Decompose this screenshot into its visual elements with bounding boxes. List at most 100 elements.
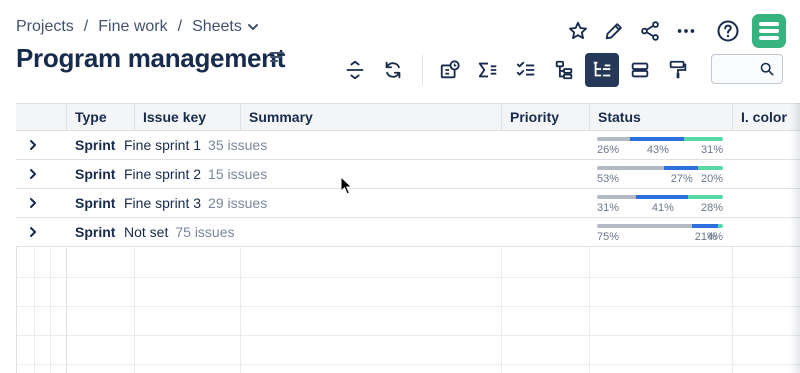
row-summary: Fine sprint 1 35 issues xyxy=(124,137,267,153)
column-header-summary[interactable]: Summary xyxy=(240,104,501,131)
search-input[interactable] xyxy=(711,54,783,84)
toolbar xyxy=(338,53,699,87)
row-name: Not set xyxy=(124,224,169,240)
status-segment-in-progress xyxy=(636,195,688,199)
star-icon[interactable] xyxy=(564,17,592,45)
search-icon xyxy=(760,62,774,81)
column-header-status[interactable]: Status xyxy=(589,104,732,131)
table-row[interactable]: Sprint Fine sprint 2 15 issues 53% 27% 20… xyxy=(16,160,800,189)
share-icon[interactable] xyxy=(636,17,664,45)
horizontal-scroll-shadow xyxy=(790,103,800,373)
app-logo-icon[interactable] xyxy=(752,14,786,48)
table-row[interactable]: Sprint Fine sprint 3 29 issues 31% 41% 28… xyxy=(16,189,800,218)
hierarchy-icon[interactable] xyxy=(547,53,581,87)
grid-line xyxy=(134,248,135,373)
format-painter-icon[interactable] xyxy=(661,53,695,87)
status-percent-todo: 31% xyxy=(597,202,620,214)
row-type: Sprint xyxy=(75,224,116,240)
checklist-icon[interactable] xyxy=(509,53,543,87)
grid-line xyxy=(240,248,241,373)
status-percent-done: 4% xyxy=(707,231,723,243)
time-tracking-icon[interactable] xyxy=(433,53,467,87)
status-segment-done xyxy=(697,166,723,170)
status-percent-done: 28% xyxy=(700,202,723,214)
status-progress-bar xyxy=(597,224,723,228)
top-actions xyxy=(556,14,786,48)
status-segment-in-progress xyxy=(691,224,718,228)
row-summary: Fine sprint 2 15 issues xyxy=(124,166,267,182)
row-issue-count: 29 issues xyxy=(208,195,268,211)
status-segment-done xyxy=(687,195,723,199)
status-progress-bar xyxy=(597,166,723,170)
more-icon[interactable] xyxy=(672,17,700,45)
sum-icon[interactable] xyxy=(471,53,505,87)
chevron-down-icon[interactable] xyxy=(247,18,258,36)
collapse-rows-icon[interactable] xyxy=(338,53,372,87)
breadcrumb-separator: / xyxy=(177,18,183,35)
help-icon[interactable] xyxy=(714,17,742,45)
status-percent-labels: 31% 41% 28% xyxy=(597,202,723,214)
breadcrumb-sheets[interactable]: Sheets xyxy=(192,18,242,36)
status-percent-done: 31% xyxy=(700,144,723,156)
breadcrumb-fine-work[interactable]: Fine work xyxy=(98,18,167,36)
row-type: Sprint xyxy=(75,195,116,211)
status-progress: 75% 21% 4% xyxy=(597,224,723,243)
empty-grid-area xyxy=(16,248,800,373)
breadcrumb: Projects / Fine work / Sheets xyxy=(16,18,258,36)
status-percent-todo: 53% xyxy=(597,173,620,185)
breadcrumb-projects[interactable]: Projects xyxy=(16,18,74,36)
table-header: Type Issue key Summary Priority Status I… xyxy=(16,103,800,131)
status-percent-labels: 53% 27% 20% xyxy=(597,173,723,185)
status-percent-todo: 26% xyxy=(597,144,620,156)
title-menu-icon[interactable] xyxy=(270,50,284,68)
status-progress: 31% 41% 28% xyxy=(597,195,723,214)
toolbar-divider xyxy=(422,55,423,85)
grid-line xyxy=(501,248,502,373)
structure-icon[interactable] xyxy=(585,53,619,87)
rows-icon[interactable] xyxy=(623,53,657,87)
breadcrumb-separator: / xyxy=(83,18,89,35)
status-segment-done xyxy=(717,224,723,228)
mouse-cursor-icon xyxy=(340,175,354,201)
status-percent-in-progress: 27% xyxy=(670,173,693,185)
refresh-icon[interactable] xyxy=(376,53,410,87)
grid-line xyxy=(732,248,733,373)
row-type: Sprint xyxy=(75,137,116,153)
pencil-icon[interactable] xyxy=(600,17,628,45)
status-progress-bar xyxy=(597,195,723,199)
row-issue-count: 15 issues xyxy=(208,166,268,182)
sheet-grid: Type Issue key Summary Priority Status I… xyxy=(16,103,800,373)
column-header-type[interactable]: Type xyxy=(66,104,134,131)
chevron-right-icon[interactable] xyxy=(25,137,41,153)
row-issue-count: 75 issues xyxy=(175,224,235,240)
status-percent-labels: 26% 43% 31% xyxy=(597,144,723,156)
table-row[interactable]: Sprint Fine sprint 1 35 issues 26% 43% 31… xyxy=(16,131,800,160)
row-type: Sprint xyxy=(75,166,116,182)
grid-line xyxy=(589,248,590,373)
row-name: Fine sprint 1 xyxy=(124,137,202,153)
status-percent-in-progress: 41% xyxy=(651,202,674,214)
chevron-right-icon[interactable] xyxy=(25,166,41,182)
column-header-priority[interactable]: Priority xyxy=(501,104,589,131)
row-summary: Fine sprint 3 29 issues xyxy=(124,195,267,211)
status-percent-in-progress: 43% xyxy=(646,144,669,156)
status-progress: 26% 43% 31% xyxy=(597,137,723,156)
chevron-right-icon[interactable] xyxy=(25,224,41,240)
status-segment-in-progress xyxy=(629,137,684,141)
grid-line xyxy=(50,248,51,373)
grid-line xyxy=(16,248,17,373)
page-title: Program management xyxy=(16,43,286,73)
status-progress-bar xyxy=(597,137,723,141)
row-issue-count: 35 issues xyxy=(208,137,268,153)
row-name: Fine sprint 2 xyxy=(124,166,202,182)
header-row-controls xyxy=(16,104,66,131)
table-row[interactable]: Sprint Not set 75 issues 75% 21% 4% xyxy=(16,218,800,247)
row-name: Fine sprint 3 xyxy=(124,195,202,211)
status-percent-labels: 75% 21% 4% xyxy=(597,231,723,243)
grid-line xyxy=(66,248,67,373)
column-header-issue-key[interactable]: Issue key xyxy=(134,104,240,131)
chevron-right-icon[interactable] xyxy=(25,195,41,211)
status-segment-todo xyxy=(597,137,630,141)
status-segment-todo xyxy=(597,166,664,170)
status-segment-todo xyxy=(597,195,637,199)
